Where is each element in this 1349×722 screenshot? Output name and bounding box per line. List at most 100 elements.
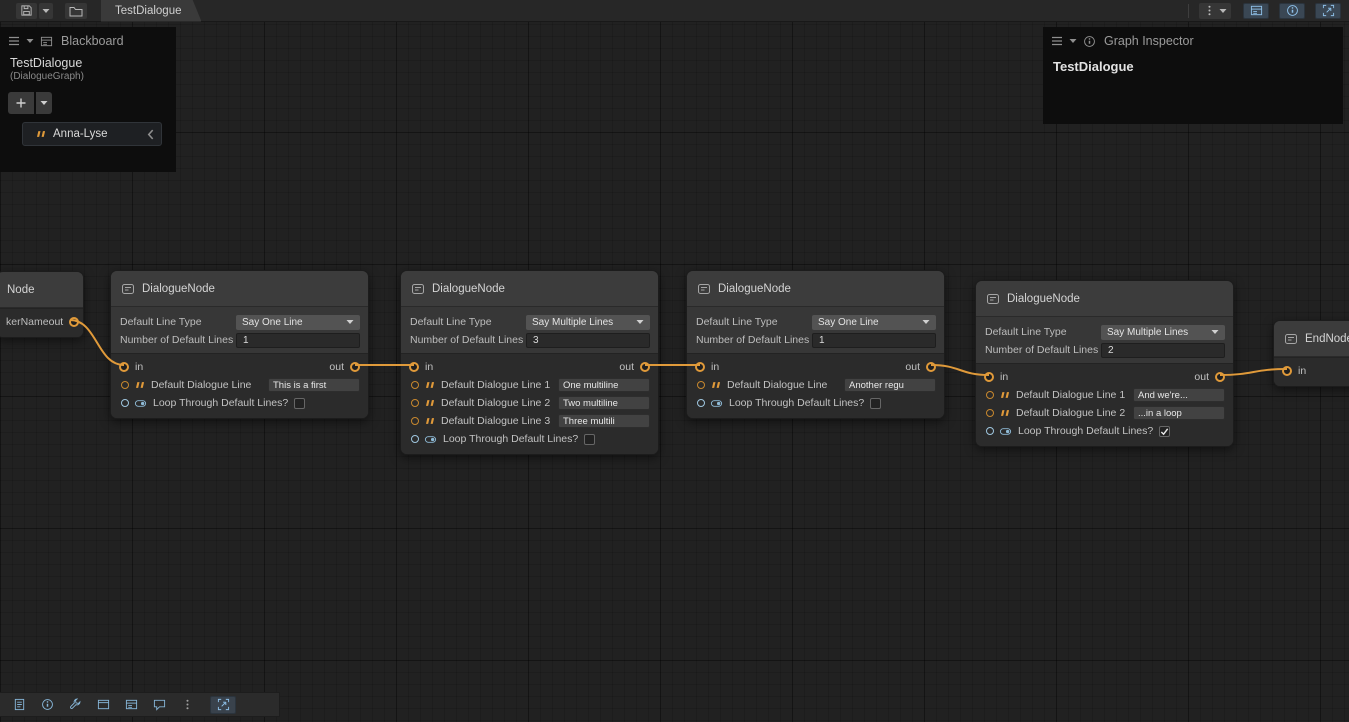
loop-row: Loop Through Default Lines?	[976, 422, 1233, 440]
number-input[interactable]: 2	[1101, 343, 1225, 358]
loop-checkbox[interactable]	[294, 398, 305, 409]
save-button[interactable]	[16, 3, 37, 19]
loop-port[interactable]	[121, 399, 129, 407]
quote-icon	[711, 380, 721, 390]
node-icon	[1284, 332, 1298, 346]
overflow-menu-button[interactable]	[1199, 3, 1231, 19]
property-label: Default Line Type	[410, 316, 492, 328]
dialogue-line-text-input[interactable]: This is a first	[268, 378, 360, 392]
blackboard-icon	[1250, 4, 1263, 17]
window-button[interactable]	[92, 696, 114, 714]
property-row: Number of Default Lines2	[976, 341, 1233, 359]
blackboard-panel-header: Blackboard	[0, 27, 176, 53]
line-type-dropdown[interactable]: Say Multiple Lines	[526, 315, 650, 330]
document-button[interactable]	[8, 696, 30, 714]
wrench-button[interactable]	[64, 696, 86, 714]
node-title: DialogueNode	[432, 283, 505, 295]
loop-port[interactable]	[697, 399, 705, 407]
kebab-button[interactable]	[176, 696, 198, 714]
panel-menu-icon[interactable]	[8, 36, 20, 46]
foldout-caret-icon[interactable]	[26, 38, 34, 44]
node-icon	[697, 282, 711, 296]
ports-row: inout	[976, 368, 1233, 386]
toggle-frame-button[interactable]	[1315, 3, 1341, 19]
node-dialogue3[interactable]: DialogueNode Default Line TypeSay One Lin…	[686, 270, 945, 419]
node-title: DialogueNode	[718, 283, 791, 295]
blackboard-graph-name: TestDialogue	[0, 53, 176, 70]
number-input[interactable]: 1	[812, 333, 936, 348]
property-row: Default Line TypeSay One Line	[687, 313, 944, 331]
dropdown-value: Say Multiple Lines	[532, 317, 632, 328]
property-row: Number of Default Lines1	[687, 331, 944, 349]
toggle-inspector-button[interactable]	[1279, 3, 1305, 19]
node-end[interactable]: EndNodein	[1273, 320, 1349, 387]
toggle-blackboard-button[interactable]	[1243, 3, 1269, 19]
line-type-dropdown[interactable]: Say One Line	[812, 315, 936, 330]
node-dialogue2[interactable]: DialogueNode Default Line Type Say Multipl…	[400, 270, 659, 455]
out-port[interactable]	[1215, 372, 1225, 382]
dialogue-line-text-input[interactable]: ...in a loop	[1133, 406, 1225, 420]
add-field-dropdown-button[interactable]	[36, 92, 52, 114]
save-dropdown-button[interactable]	[39, 3, 53, 19]
blackboard-button[interactable]	[120, 696, 142, 714]
frame-button[interactable]	[210, 696, 236, 714]
chevron-down-icon	[1211, 329, 1219, 335]
loop-checkbox[interactable]	[584, 434, 595, 445]
add-field-button[interactable]	[8, 92, 34, 114]
dialogue-line-port[interactable]	[411, 399, 419, 407]
toolbar-right-cluster	[1178, 3, 1341, 19]
node-icon	[411, 282, 425, 296]
dialogue-line-text-input[interactable]: Two multiline	[558, 396, 650, 410]
in-port[interactable]	[119, 362, 129, 372]
dialogue-line-text-input[interactable]: One multiline	[558, 378, 650, 392]
in-port[interactable]	[984, 372, 994, 382]
dialogue-line-port[interactable]	[986, 391, 994, 399]
document-icon	[13, 698, 26, 711]
inspector-panel-header: Graph Inspector	[1043, 27, 1343, 53]
node-properties: Default Line TypeSay One LineNumber of D…	[111, 307, 368, 353]
blackboard-field-anna-lyse[interactable]: Anna-Lyse	[22, 122, 162, 146]
line-type-dropdown[interactable]: Say One Line	[236, 315, 360, 330]
node-dialogue4[interactable]: DialogueNodeDefault Line TypeSay Multipl…	[975, 280, 1234, 447]
dialogue-button[interactable]	[148, 696, 170, 714]
dialogue-line-port[interactable]	[121, 381, 129, 389]
dialogue-line-row: Default Dialogue LineThis is a first	[111, 376, 368, 394]
node-speaker[interactable]: NodekerNameout	[0, 271, 84, 338]
dialogue-line-label: Default Dialogue Line 1	[1016, 389, 1125, 401]
out-port[interactable]	[69, 317, 79, 327]
dialogue-line-text-input[interactable]: Three multili	[558, 414, 650, 428]
node-title: DialogueNode	[1007, 293, 1080, 305]
foldout-caret-icon[interactable]	[1069, 38, 1077, 44]
open-asset-button[interactable]	[65, 3, 87, 19]
in-port[interactable]	[695, 362, 705, 372]
panel-menu-icon[interactable]	[1051, 36, 1063, 46]
node-dialogue1[interactable]: DialogueNodeDefault Line TypeSay One Lin…	[110, 270, 369, 419]
in-port[interactable]	[409, 362, 419, 372]
node-title: Node	[7, 284, 35, 296]
loop-label: Loop Through Default Lines?	[1018, 425, 1153, 437]
dialogue-line-port[interactable]	[411, 381, 419, 389]
number-input[interactable]: 3	[526, 333, 650, 348]
out-port[interactable]	[926, 362, 936, 372]
in-port-label: in	[425, 361, 433, 373]
dialogue-line-text-input[interactable]: Another regu	[844, 378, 936, 392]
loop-port[interactable]	[986, 427, 994, 435]
dialogue-line-port[interactable]	[697, 381, 705, 389]
dialogue-line-port[interactable]	[986, 409, 994, 417]
line-type-dropdown[interactable]: Say Multiple Lines	[1101, 325, 1225, 340]
dialogue-line-text-input[interactable]: And we're...	[1133, 388, 1225, 402]
chevron-left-icon[interactable]	[147, 129, 154, 140]
loop-checkbox[interactable]	[1159, 426, 1170, 437]
number-input[interactable]: 1	[236, 333, 360, 348]
out-port[interactable]	[350, 362, 360, 372]
loop-port[interactable]	[411, 435, 419, 443]
in-port[interactable]	[1282, 366, 1292, 376]
chevron-down-icon	[636, 319, 644, 325]
out-port[interactable]	[640, 362, 650, 372]
tab-testdialogue[interactable]: TestDialogue	[101, 0, 201, 22]
dialogue-line-port[interactable]	[411, 417, 419, 425]
loop-checkbox[interactable]	[870, 398, 881, 409]
chevron-down-icon	[346, 319, 354, 325]
inspector-button[interactable]	[36, 696, 58, 714]
quote-icon	[425, 416, 435, 426]
